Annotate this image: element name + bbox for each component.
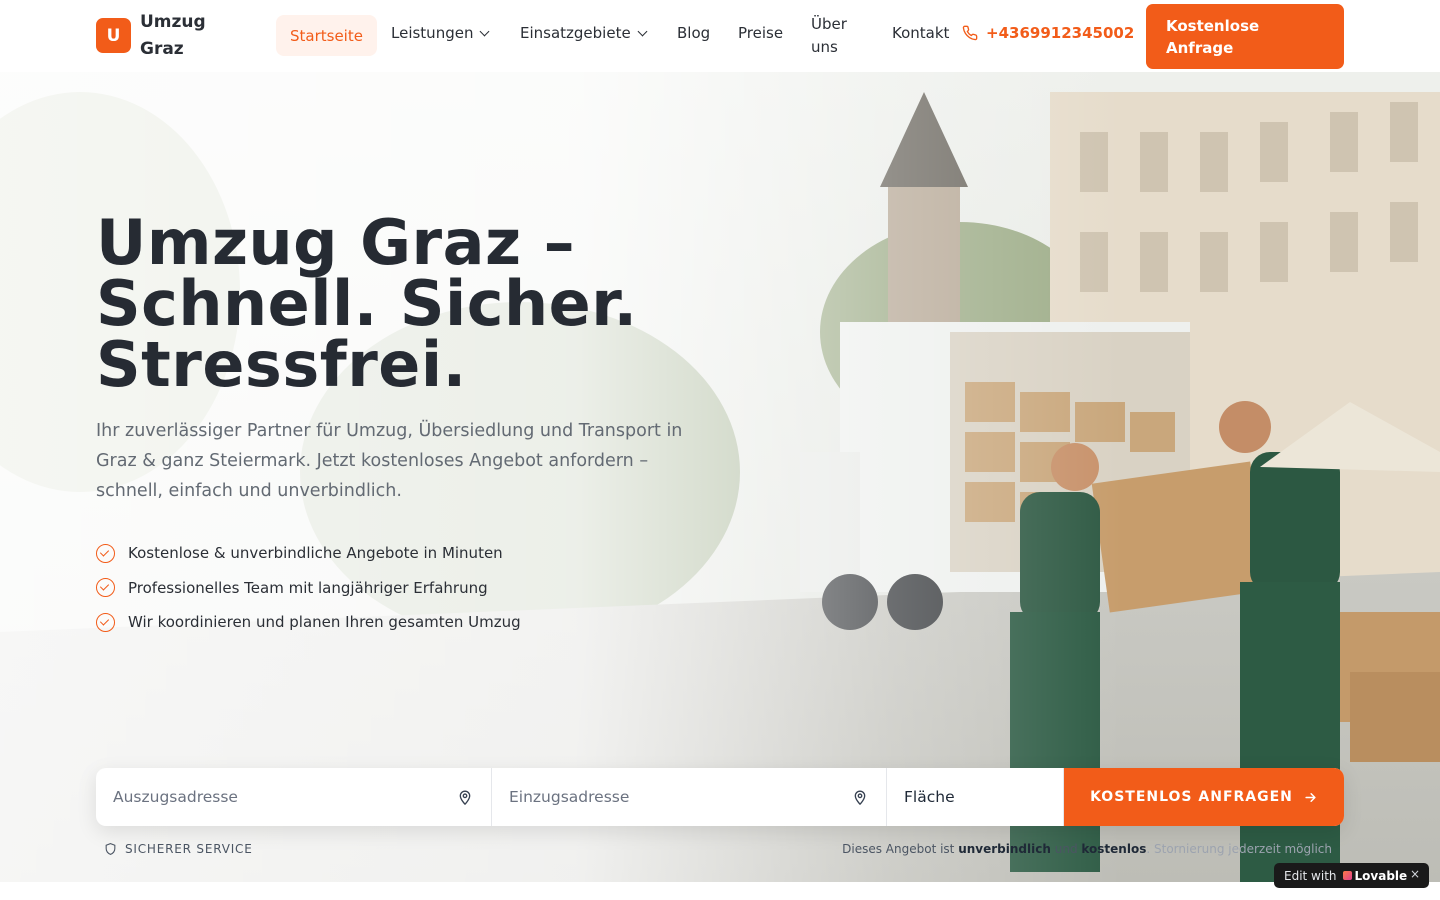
lovable-badge[interactable]: Edit with Lovable ×: [1274, 863, 1429, 888]
nav-item-startseite[interactable]: Startseite: [276, 15, 377, 56]
feature-text: Professionelles Team mit langjähriger Er…: [128, 578, 488, 597]
phone-link[interactable]: +4369912345002: [962, 24, 1134, 42]
check-circle-icon: [96, 612, 115, 632]
nav-item-ueber-uns[interactable]: Über uns: [811, 13, 861, 59]
top-navbar: U Umzug Graz Startseite Leistungen Einsa…: [0, 0, 1440, 72]
note-bold-unverbindlich: unverbindlich: [958, 842, 1051, 856]
lovable-heart-icon: [1342, 871, 1352, 880]
to-address-field: [492, 768, 887, 826]
logo-badge[interactable]: U: [96, 18, 131, 53]
nav-item-blog[interactable]: Blog: [677, 24, 710, 42]
secure-service-label: SICHERER SERVICE: [125, 842, 253, 856]
nav-item-kontakt[interactable]: Kontakt: [892, 24, 949, 42]
from-address-field: [96, 768, 492, 826]
note-bold-kostenlos: kostenlos: [1081, 842, 1147, 856]
lovable-brand: Lovable: [1342, 868, 1408, 883]
lovable-prefix: Edit with: [1284, 868, 1337, 883]
note-suffix-text: Stornierung jederzeit möglich: [1154, 842, 1332, 856]
feature-text: Kostenlose & unverbindliche Angebote in …: [128, 544, 503, 563]
note-prefix: Dieses Angebot ist: [842, 842, 955, 856]
hero-title: Umzug Graz – Schnell. Sicher. Stressfrei…: [96, 206, 638, 401]
map-pin-icon: [854, 790, 866, 806]
hero-subtitle: Ihr zuverlässiger Partner für Umzug, Übe…: [96, 421, 683, 501]
hero-section: Umzug Graz – Schnell. Sicher. Stressfrei…: [0, 72, 1440, 882]
feature-text: Wir koordinieren und planen Ihren gesamt…: [128, 613, 521, 632]
feature-list: Kostenlose & unverbindliche Angebote in …: [96, 536, 521, 640]
arrow-right-icon: [1305, 792, 1316, 802]
offer-note: Dieses Angebot ist unverbindlich und kos…: [842, 842, 1332, 856]
nav-item-preise[interactable]: Preise: [738, 24, 783, 42]
chevron-down-icon: [637, 26, 648, 36]
lovable-brand-text: Lovable: [1354, 868, 1408, 883]
close-icon[interactable]: ×: [1410, 867, 1420, 881]
phone-icon: [962, 25, 978, 41]
map-pin-icon: [459, 790, 471, 806]
quote-form: Fläche KOSTENLOS ANFRAGEN: [96, 768, 1344, 826]
chevron-down-icon: [480, 26, 490, 36]
check-circle-icon: [96, 578, 115, 598]
to-address-input[interactable]: [492, 768, 886, 826]
area-select-value: Fläche: [904, 788, 955, 806]
submit-label: KOSTENLOS ANFRAGEN: [1090, 789, 1293, 805]
free-quote-button[interactable]: Kostenlose Anfrage: [1146, 4, 1344, 69]
feature-item: Wir koordinieren und planen Ihren gesamt…: [96, 605, 521, 640]
from-address-input[interactable]: [96, 768, 491, 826]
note-suffix: . Stornierung jederzeit möglich: [1146, 842, 1332, 856]
check-circle-icon: [96, 543, 115, 563]
submit-quote-button[interactable]: KOSTENLOS ANFRAGEN: [1064, 768, 1344, 826]
feature-item: Kostenlose & unverbindliche Angebote in …: [96, 536, 521, 571]
area-select[interactable]: Fläche: [887, 768, 1064, 826]
secure-service-badge: SICHERER SERVICE: [104, 842, 253, 856]
nav-item-leistungen[interactable]: Leistungen: [391, 24, 490, 42]
nav-item-einsatzgebiete[interactable]: Einsatzgebiete: [520, 24, 648, 42]
feature-item: Professionelles Team mit langjähriger Er…: [96, 571, 521, 606]
logo-text[interactable]: Umzug Graz: [140, 9, 230, 63]
nav-item-label: Einsatzgebiete: [520, 24, 631, 42]
nav-item-label: Leistungen: [391, 24, 474, 42]
note-mid: und: [1054, 842, 1078, 856]
phone-number: +4369912345002: [986, 24, 1135, 42]
shield-icon: [105, 843, 116, 856]
